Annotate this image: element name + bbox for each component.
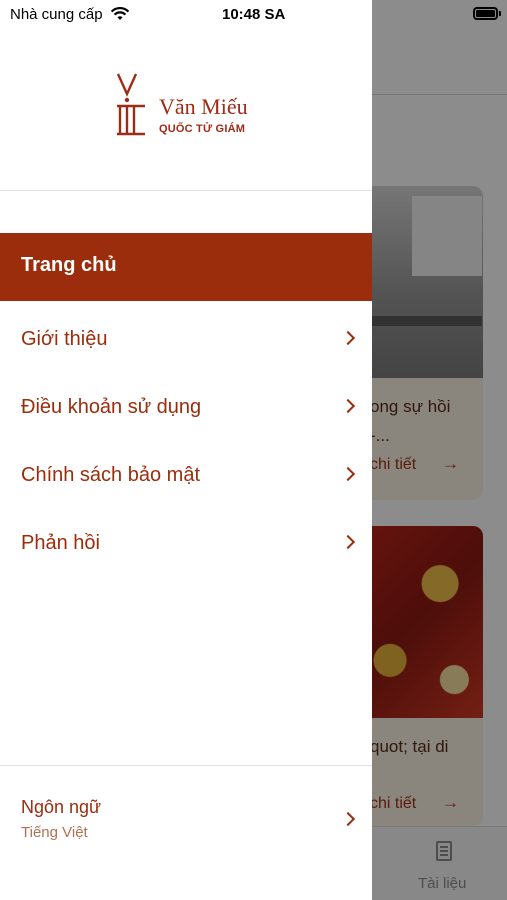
menu-item-terms[interactable]: Điều khoản sử dụng [0, 372, 372, 440]
divider [0, 765, 372, 766]
chevron-right-icon [340, 466, 356, 482]
chevron-right-icon [340, 811, 356, 827]
logo-title: Văn Miếu [159, 94, 248, 119]
language-value: Tiếng Việt [21, 824, 88, 841]
battery-icon [473, 7, 498, 20]
chevron-right-icon [340, 330, 356, 346]
menu-item-label: Trang chủ [21, 254, 117, 276]
temple-logo-icon [116, 73, 145, 136]
menu-item-home[interactable]: Trang chủ [0, 233, 372, 301]
wifi-icon [110, 7, 130, 20]
side-drawer: Nhà cung cấp 10:48 SA Văn Miếu QUỐC TỬ G… [0, 0, 372, 900]
battery-tip [499, 11, 501, 16]
menu-item-label: Chính sách bảo mật [21, 464, 200, 486]
menu-item-label: Phản hồi [21, 532, 100, 554]
menu-item-privacy[interactable]: Chính sách bảo mật [0, 440, 372, 508]
chevron-right-icon [340, 398, 356, 414]
menu-item-label: Điều khoản sử dụng [21, 396, 202, 418]
language-selector[interactable]: Ngôn ngữ Tiếng Việt [0, 780, 372, 860]
chevron-right-icon [340, 534, 356, 550]
language-title: Ngôn ngữ [21, 797, 102, 817]
carrier-label: Nhà cung cấp [10, 6, 103, 23]
divider [0, 190, 372, 191]
menu-item-label: Giới thiệu [21, 328, 108, 350]
app-logo: Văn Miếu QUỐC TỬ GIÁM [115, 72, 265, 136]
logo-subtitle: QUỐC TỬ GIÁM [159, 123, 246, 135]
menu-item-feedback[interactable]: Phản hồi [0, 508, 372, 576]
status-time: 10:48 SA [222, 6, 286, 23]
menu-item-about[interactable]: Giới thiệu [0, 304, 372, 372]
